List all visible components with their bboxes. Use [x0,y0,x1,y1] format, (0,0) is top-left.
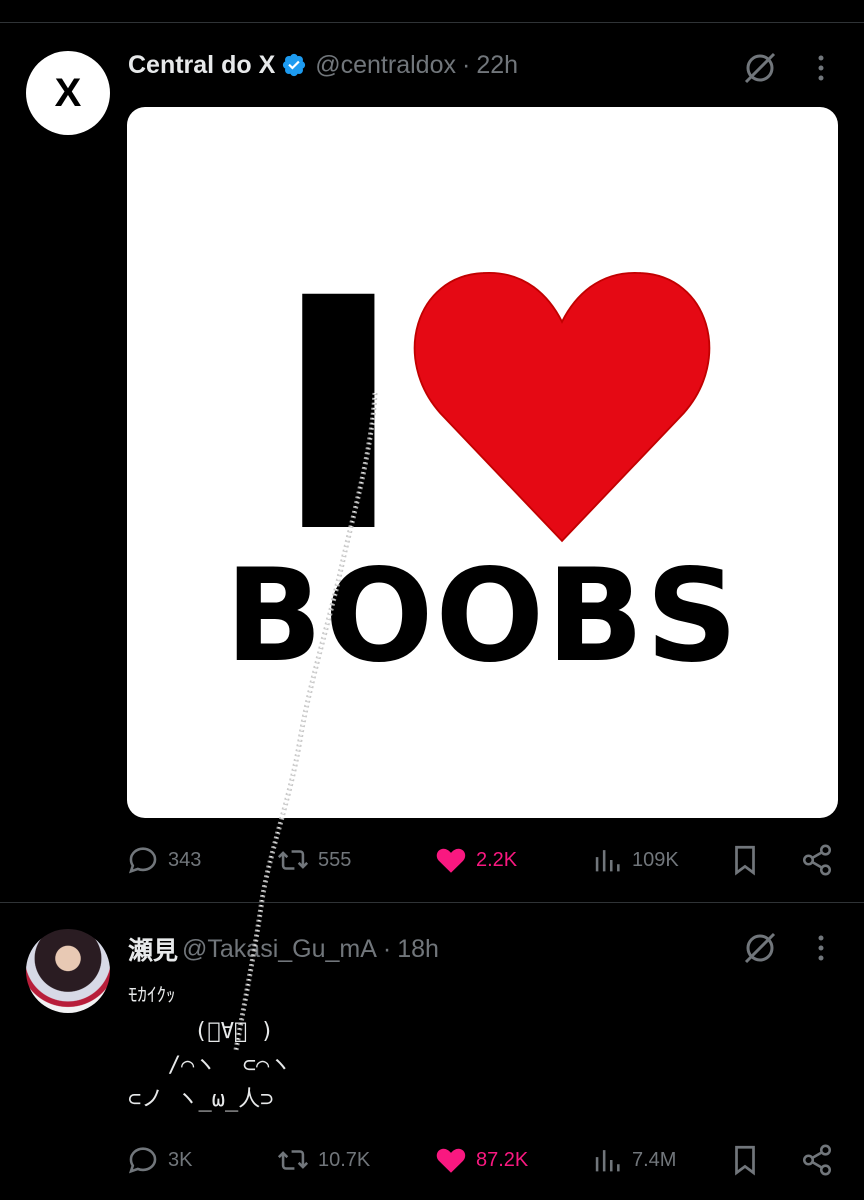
image-word-boobs: BOOBS [225,542,740,691]
like-count: 2.2K [476,848,518,871]
bookmark-icon [735,845,755,876]
avatar[interactable]: X [26,51,110,135]
views-count: 109K [632,848,679,871]
reply-button[interactable]: 343 [126,838,201,882]
repost-button[interactable]: 10.7K [276,1138,370,1182]
views-icon [595,850,620,872]
like-button[interactable]: 87.2K [434,1138,528,1182]
tweet-central-do-x[interactable]: X Central do X @centraldox · 22h I BOOBS… [0,0,864,900]
handle[interactable]: @centraldox [315,51,456,80]
tweet-header: 瀬見 @Takasi_Gu_mA · 18h [128,932,439,966]
repost-count: 555 [318,848,352,871]
like-icon [436,1148,466,1173]
tweet-reply[interactable]: 瀬見 @Takasi_Gu_mA · 18h ﾓｶｲｸｯ (ﾟ∀ﾟ ) /⌒ヽ … [0,903,864,1200]
like-count: 87.2K [476,1148,529,1171]
share-icon [802,844,832,876]
views-button[interactable]: 7.4M [590,1138,676,1182]
grok-icon[interactable] [742,930,778,966]
like-icon [436,848,466,873]
repost-icon [277,850,309,870]
separator-dot: · [382,934,392,963]
tweet-header: Central do X @centraldox · 22h [128,48,518,82]
repost-button[interactable]: 555 [276,838,351,882]
reply-icon [128,1147,157,1174]
timestamp[interactable]: 22h [476,51,518,80]
separator-dot: · [461,50,471,79]
handle[interactable]: @Takasi_Gu_mA [182,935,377,964]
share-button[interactable] [800,838,834,882]
tweet-actions: 3K 10.7K 87.2K 7.4M [126,1138,838,1182]
display-name[interactable]: 瀬見 [128,931,178,967]
grok-icon[interactable] [742,50,778,86]
tweet-image[interactable]: I BOOBS [127,107,838,818]
reply-count: 343 [168,848,202,871]
share-icon [802,1144,832,1176]
timestamp[interactable]: 18h [397,935,439,964]
share-button[interactable] [800,1138,834,1182]
repost-count: 10.7K [318,1148,371,1171]
tweet-text-line-2: (ﾟ∀ﾟ ) [128,1019,274,1044]
heart-graphic [413,272,711,543]
image-letter-i: I [267,231,410,603]
views-count: 7.4M [632,1148,677,1171]
bookmark-icon [735,1145,755,1176]
verified-badge-icon [283,53,306,77]
tweet-text-line-4: ⊂ノ ヽ_ω_人⊃ [128,1087,274,1112]
views-icon [595,1150,620,1172]
tweet-text-line-1: ﾓｶｲｸｯ [128,984,176,1006]
more-icon[interactable] [816,933,826,963]
display-name[interactable]: Central do X [128,51,275,80]
views-button[interactable]: 109K [590,838,679,882]
avatar[interactable] [26,929,110,1013]
reply-count: 3K [168,1148,193,1171]
reply-button[interactable]: 3K [126,1138,192,1182]
reply-icon [128,847,157,874]
tweet-actions: 343 555 2.2K 109K [126,838,838,882]
bookmark-button[interactable] [728,838,762,882]
bookmark-button[interactable] [728,1138,762,1182]
repost-icon [277,1150,309,1170]
tweet-text-line-3: /⌒ヽ ⊂⌒ヽ [128,1053,292,1078]
more-icon[interactable] [816,53,826,83]
like-button[interactable]: 2.2K [434,838,517,882]
avatar-letter: X [54,70,82,115]
